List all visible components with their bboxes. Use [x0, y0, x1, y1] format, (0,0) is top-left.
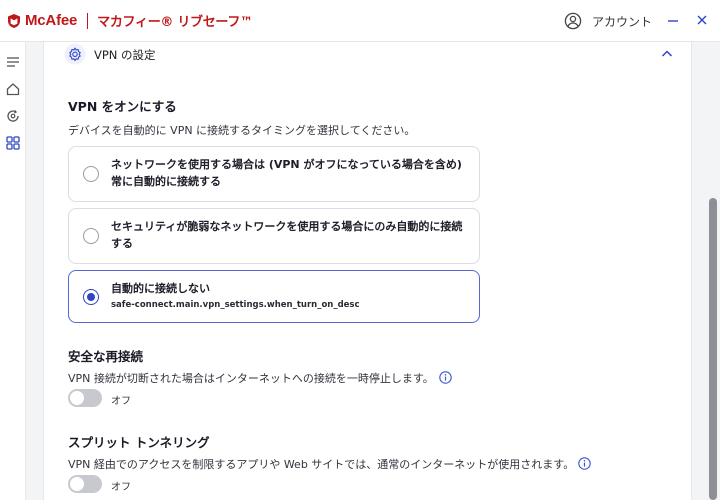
- vpn-settings-section-header[interactable]: VPN の設定: [44, 42, 691, 70]
- option-always-connect-line2: 常に自動的に接続する: [111, 175, 221, 188]
- main-content: VPN の設定 VPN をオンにする デバイスを自動的に VPN に接続するタイ…: [26, 42, 706, 500]
- mcafee-shield-icon: [8, 13, 20, 28]
- info-icon[interactable]: [439, 371, 452, 384]
- chevron-up-icon[interactable]: [660, 47, 674, 61]
- option-never-connect[interactable]: 自動的に接続しない safe-connect.main.vpn_settings…: [68, 270, 480, 323]
- minimize-icon[interactable]: [665, 12, 681, 28]
- option-insecure-networks-line1: セキュリティが脆弱なネットワークを使用する場合にのみ自動的に接続: [111, 220, 463, 233]
- vpn-settings-card: VPN の設定 VPN をオンにする デバイスを自動的に VPN に接続するタイ…: [43, 42, 692, 500]
- option-insecure-networks[interactable]: セキュリティが脆弱なネットワークを使用する場合にのみ自動的に接続 する: [68, 208, 480, 264]
- section-title: VPN の設定: [94, 48, 156, 62]
- safe-reconnect-heading: 安全な再接続: [68, 349, 144, 364]
- radio-always-connect[interactable]: [83, 166, 99, 182]
- home-icon[interactable]: [5, 81, 21, 97]
- split-tunneling-heading: スプリット トンネリング: [68, 435, 210, 450]
- brand: McAfee マカフィー® リブセーフ™: [6, 11, 253, 30]
- vpn-on-heading: VPN をオンにする: [68, 99, 177, 114]
- product-name: マカフィー® リブセーフ™: [97, 15, 253, 30]
- safe-reconnect-toggle-label: オフ: [111, 396, 131, 407]
- radio-insecure-networks[interactable]: [83, 228, 99, 244]
- refresh-shield-icon[interactable]: [5, 108, 21, 124]
- split-tunneling-toggle[interactable]: [68, 475, 102, 493]
- close-icon[interactable]: [694, 12, 710, 28]
- left-nav-rail: [0, 42, 26, 500]
- option-never-connect-label: 自動的に接続しない: [111, 282, 210, 295]
- brand-divider: [87, 12, 89, 29]
- option-never-connect-sub: safe-connect.main.vpn_settings.when_turn…: [111, 300, 360, 310]
- gear-icon: [64, 43, 86, 65]
- info-icon[interactable]: [578, 457, 591, 470]
- scrollbar-thumb[interactable]: [709, 198, 717, 500]
- option-insecure-networks-label: セキュリティが脆弱なネットワークを使用する場合にのみ自動的に接続 する: [111, 218, 471, 252]
- toggle-knob: [70, 477, 84, 491]
- account-label: アカウント: [592, 14, 653, 29]
- menu-lines-icon[interactable]: [5, 54, 21, 70]
- option-always-connect-line1: ネットワークを使用する場合は (VPN がオフになっている場合を含め): [111, 158, 462, 171]
- radio-never-connect[interactable]: [83, 289, 99, 305]
- vpn-on-description: デバイスを自動的に VPN に接続するタイミングを選択してください。: [68, 124, 416, 137]
- account-button[interactable]: アカウント: [564, 12, 652, 30]
- split-tunneling-toggle-label: オフ: [111, 482, 131, 493]
- option-always-connect[interactable]: ネットワークを使用する場合は (VPN がオフになっている場合を含め) 常に自動…: [68, 146, 480, 202]
- scrollbar-track[interactable]: [706, 42, 720, 500]
- option-always-connect-label: ネットワークを使用する場合は (VPN がオフになっている場合を含め) 常に自動…: [111, 156, 471, 190]
- user-circle-icon: [564, 12, 582, 30]
- title-bar: McAfee マカフィー® リブセーフ™ アカウント: [0, 0, 720, 42]
- safe-reconnect-description: VPN 接続が切断された場合はインターネットへの接続を一時停止します。: [68, 372, 434, 385]
- option-insecure-networks-line2: する: [111, 237, 133, 250]
- toggle-knob: [70, 391, 84, 405]
- apps-grid-icon[interactable]: [5, 135, 21, 151]
- split-tunneling-description: VPN 経由でのアクセスを制限するアプリや Web サイトでは、通常のインターネ…: [68, 458, 575, 471]
- safe-reconnect-toggle[interactable]: [68, 389, 102, 407]
- brand-name: McAfee: [25, 12, 78, 29]
